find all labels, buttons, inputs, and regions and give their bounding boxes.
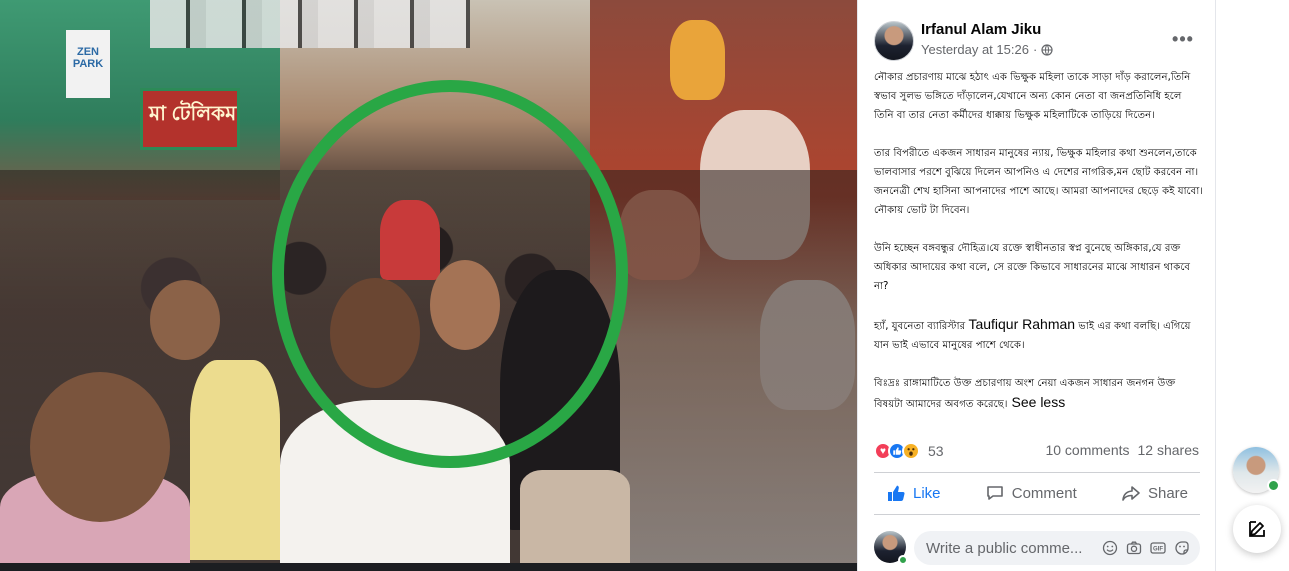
post-paragraph: তার বিপরীতে একজন সাধারন মানুষের ন্যায়, … xyxy=(874,148,1203,216)
see-less-link[interactable]: See less xyxy=(1012,394,1066,410)
new-message-button[interactable] xyxy=(1233,505,1281,553)
post-paragraph: নৌকার প্রচারণায় মাঝে হঠাৎ এক ভিক্ষুক মহ… xyxy=(874,72,1191,121)
shop-sign-telecom: মা টেলিকম xyxy=(140,88,240,150)
post-text: নৌকার প্রচারণায় মাঝে হঠাৎ এক ভিক্ষুক মহ… xyxy=(874,68,1204,433)
camera-icon[interactable] xyxy=(1124,538,1144,558)
globe-icon[interactable] xyxy=(1041,43,1053,56)
post-timestamp[interactable]: Yesterday at 15:26 xyxy=(921,42,1029,57)
post-paragraph: হ্যাঁ, যুবনেতা ব্যারিস্টার Taufiqur Rahm… xyxy=(874,315,1204,355)
share-label: Share xyxy=(1147,484,1188,502)
online-status-dot xyxy=(1267,479,1280,492)
divider xyxy=(874,472,1200,473)
share-icon xyxy=(1122,486,1140,501)
person-head xyxy=(30,372,170,522)
mentioned-name[interactable]: Taufiqur Rahman xyxy=(968,316,1075,332)
post-viewer: ZEN PARK মা টেলিকম Irfanul Alam Jiku Yes… xyxy=(0,0,1289,571)
chat-head-avatar[interactable] xyxy=(1233,447,1280,493)
highlight-circle xyxy=(272,80,628,468)
svg-text:GIF: GIF xyxy=(1153,547,1163,553)
comment-input[interactable]: Write a public comme... GIF xyxy=(914,531,1200,565)
author-name[interactable]: Irfanul Alam Jiku xyxy=(921,21,1041,38)
post-paragraph: উনি হচ্ছেন বঙ্গবন্ধুর দৌহিত্র।যে রক্তে স… xyxy=(874,243,1191,292)
share-button[interactable]: Share xyxy=(1109,477,1200,509)
author-avatar[interactable] xyxy=(874,21,914,61)
person-head xyxy=(150,280,220,360)
reactions-summary[interactable]: ♥ 53 xyxy=(874,440,944,462)
comment-placeholder: Write a public comme... xyxy=(926,539,1083,557)
comment-icon xyxy=(986,486,1003,500)
shares-count[interactable]: 12 shares xyxy=(1138,442,1199,458)
comment-button[interactable]: Comment xyxy=(973,477,1089,509)
photo-bottom-bar xyxy=(0,563,857,571)
commenter-avatar[interactable] xyxy=(874,531,908,565)
emoji-icon[interactable] xyxy=(1100,538,1120,558)
comments-count[interactable]: 10 comments xyxy=(1045,442,1129,458)
post-paragraph: বিঃদ্রঃ রাঙ্গামাটিতে উক্ত প্রচারণায় অংশ… xyxy=(874,374,1204,414)
thumbs-up-icon xyxy=(888,485,905,501)
meta-separator: · xyxy=(1032,42,1038,57)
wow-icon xyxy=(902,442,920,460)
hanging-bag xyxy=(670,20,725,100)
post-actions: Like Comment Share xyxy=(874,477,1200,509)
gif-icon[interactable]: GIF xyxy=(1148,538,1168,558)
divider xyxy=(874,514,1200,515)
engagement-counts: 10 comments 12 shares xyxy=(1045,442,1199,458)
right-rail xyxy=(1215,0,1289,571)
like-button[interactable]: Like xyxy=(874,477,953,509)
election-banners xyxy=(150,0,470,48)
person-yellow-shirt xyxy=(190,360,280,560)
post-meta: Yesterday at 15:26 · xyxy=(921,42,1053,57)
like-label: Like xyxy=(913,484,941,502)
paragraph-text: হ্যাঁ, যুবনেতা ব্যারিস্টার xyxy=(874,321,969,332)
online-status-dot xyxy=(898,555,908,565)
sticker-icon[interactable] xyxy=(1172,538,1192,558)
shopping-bag xyxy=(520,470,630,563)
shop-sign-zen: ZEN PARK xyxy=(66,30,110,98)
compose-icon xyxy=(1249,521,1265,537)
more-options-icon[interactable]: ••• xyxy=(1168,26,1198,52)
post-panel: Irfanul Alam Jiku Yesterday at 15:26 · •… xyxy=(857,0,1215,571)
reaction-count: 53 xyxy=(928,443,944,459)
post-photo[interactable]: ZEN PARK মা টেলিকম xyxy=(0,0,857,563)
comment-label: Comment xyxy=(1011,484,1077,502)
